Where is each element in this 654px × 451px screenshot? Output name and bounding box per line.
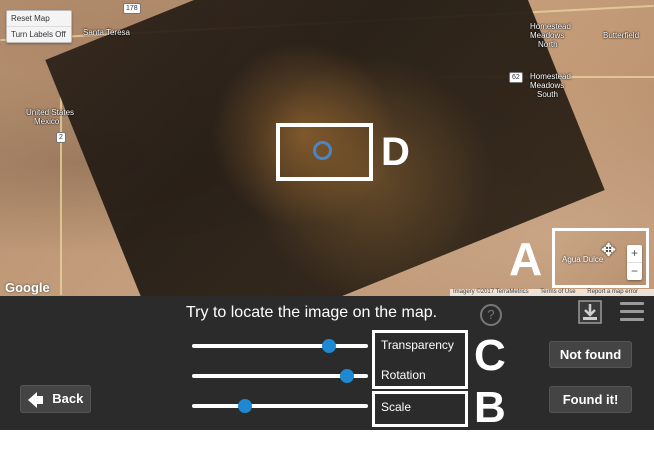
place-label-butterfield: Butterfield — [603, 31, 640, 40]
instruction-text: Try to locate the image on the map. — [186, 304, 438, 321]
target-ring-icon[interactable] — [313, 141, 332, 160]
move-icon[interactable]: ✥ — [601, 241, 616, 259]
place-label-homestead-north-1: Homestead — [530, 22, 571, 31]
map-footer: Imagery ©2017 TerraMetrics Terms of Use … — [450, 289, 654, 296]
bottom-margin — [0, 430, 654, 451]
toggle-labels-button[interactable]: Turn Labels Off — [7, 27, 71, 42]
transparency-label: Transparency — [381, 338, 454, 352]
back-button-label: Back — [52, 391, 84, 406]
road-sign-178: 178 — [123, 3, 141, 14]
place-label-homestead-north-3: North — [538, 40, 558, 49]
annotation-letter-d: D — [381, 130, 410, 174]
scale-slider[interactable] — [192, 399, 368, 413]
download-icon[interactable] — [578, 300, 602, 324]
scale-slider-handle[interactable] — [237, 399, 252, 413]
transparency-slider-handle[interactable] — [322, 339, 337, 353]
google-logo: Google — [5, 280, 50, 295]
help-icon[interactable]: ? — [480, 304, 502, 326]
map-view[interactable]: Reset Map Turn Labels Off Santa Teresa 1… — [0, 0, 654, 296]
place-label-homestead-north-2: Meadows — [530, 31, 565, 40]
back-button[interactable]: Back — [20, 385, 91, 413]
control-panel: Try to locate the image on the map. ? Tr… — [0, 296, 654, 430]
menu-icon[interactable] — [620, 302, 644, 324]
zoom-out-button[interactable]: − — [627, 263, 642, 280]
place-label-homestead-south-3: South — [537, 90, 558, 99]
annotation-letter-a: A — [509, 233, 543, 285]
annotation-letter-c: C — [474, 331, 506, 380]
annotation-letter-b: B — [474, 383, 506, 432]
zoom-control: + − — [627, 245, 642, 280]
place-label-homestead-south-2: Meadows — [530, 81, 565, 90]
place-label-united-states: United States — [26, 108, 75, 117]
place-label-mexico: Mexico — [34, 117, 60, 126]
scale-label: Scale — [381, 400, 412, 414]
reset-map-button[interactable]: Reset Map — [7, 11, 71, 27]
found-it-button[interactable]: Found it! — [549, 386, 632, 413]
road-line — [60, 95, 62, 295]
not-found-button[interactable]: Not found — [549, 341, 632, 368]
rotation-label: Rotation — [381, 368, 426, 382]
zoom-in-button[interactable]: + — [627, 245, 642, 263]
road-sign-62: 62 — [509, 72, 523, 83]
place-label-homestead-south-1: Homestead — [530, 72, 571, 81]
minimap[interactable]: Agua Dulce ✥ + − — [552, 228, 649, 288]
rotation-slider[interactable] — [192, 369, 368, 383]
rotation-slider-handle[interactable] — [339, 369, 354, 383]
report-link[interactable]: Report a map error — [587, 289, 638, 295]
minimap-place-label: Agua Dulce — [562, 255, 604, 264]
road-sign-2: 2 — [56, 132, 66, 143]
terms-link[interactable]: Terms of Use — [540, 289, 575, 295]
map-control-box: Reset Map Turn Labels Off — [6, 10, 72, 43]
place-label-santa-teresa: Santa Teresa — [83, 28, 130, 37]
imagery-credit: Imagery ©2017 TerraMetrics — [453, 289, 529, 295]
transparency-slider[interactable] — [192, 339, 368, 353]
back-arrow-icon — [27, 391, 43, 408]
